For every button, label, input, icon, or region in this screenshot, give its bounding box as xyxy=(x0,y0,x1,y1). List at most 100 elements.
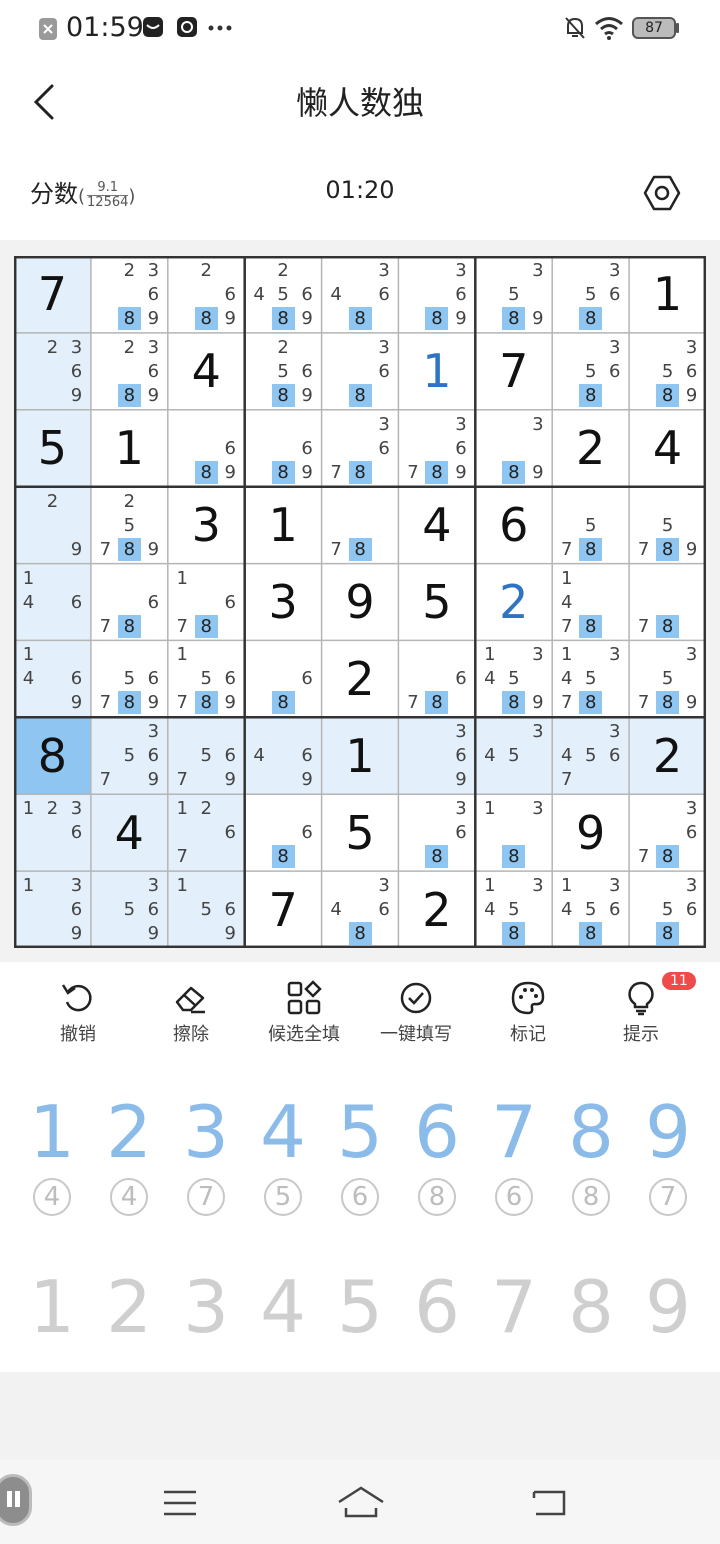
board-cell[interactable]: 1 3 4589 xyxy=(475,640,553,718)
home-icon[interactable] xyxy=(336,1484,386,1520)
number-button[interactable]: 97 xyxy=(636,1092,700,1216)
number-button[interactable]: 14 xyxy=(20,1092,84,1216)
board-cell[interactable]: 1678 xyxy=(167,563,245,641)
board-cell[interactable]: 29 xyxy=(14,486,91,564)
board-cell[interactable]: 689 xyxy=(167,409,245,487)
note-number-button[interactable]: 5 xyxy=(328,1267,392,1347)
board-cell[interactable]: 3569 xyxy=(90,871,168,948)
board-cell[interactable]: 5789 xyxy=(629,486,706,564)
mark-button[interactable]: 标记 xyxy=(473,980,583,1046)
board-cell[interactable]: 5 xyxy=(398,563,476,641)
board-cell[interactable]: 56 789 xyxy=(90,640,168,718)
board-cell[interactable]: 356 7 9 xyxy=(90,717,168,795)
board-cell[interactable]: 25689 xyxy=(244,332,322,410)
board-cell[interactable]: 4 69 xyxy=(244,717,322,795)
board-cell[interactable]: 156 789 xyxy=(167,640,245,718)
board-cell[interactable]: 4 xyxy=(398,486,476,564)
board-cell[interactable]: 56 7 9 xyxy=(167,717,245,795)
board-cell[interactable]: 78 xyxy=(321,486,399,564)
board-cell[interactable]: 3 45 xyxy=(475,717,553,795)
menu-icon[interactable] xyxy=(162,1488,198,1518)
note-number-button[interactable]: 4 xyxy=(251,1267,315,1347)
board-cell[interactable]: 3 xyxy=(244,563,322,641)
board-cell[interactable]: 36 789 xyxy=(398,409,476,487)
note-number-button[interactable]: 3 xyxy=(174,1267,238,1347)
board-cell[interactable]: 2 xyxy=(321,640,399,718)
board-cell[interactable]: 5 xyxy=(14,409,91,487)
board-cell[interactable]: 36 78 xyxy=(629,794,706,872)
board-cell[interactable]: 5 xyxy=(321,794,399,872)
board-cell[interactable]: 6 78 xyxy=(90,563,168,641)
board-cell[interactable]: 4 xyxy=(167,332,245,410)
board-cell[interactable]: 1 xyxy=(321,717,399,795)
board-cell[interactable]: 1 3 4568 xyxy=(552,871,630,948)
board-cell[interactable]: 14 6 xyxy=(14,563,91,641)
note-number-button[interactable]: 8 xyxy=(559,1267,623,1347)
board-cell[interactable]: 1569 xyxy=(167,871,245,948)
board-cell[interactable]: 7 xyxy=(475,332,553,410)
board-cell[interactable]: 368 xyxy=(321,332,399,410)
number-button[interactable]: 76 xyxy=(482,1092,546,1216)
board-cell[interactable]: 35689 xyxy=(629,332,706,410)
board-cell[interactable]: 23 689 xyxy=(90,256,168,333)
board-cell[interactable]: 7 xyxy=(244,871,322,948)
board-cell[interactable]: 3 4 68 xyxy=(321,256,399,333)
board-cell[interactable]: 1236 xyxy=(14,794,91,872)
board-cell[interactable]: 3568 xyxy=(552,332,630,410)
board-cell[interactable]: 3 4 68 xyxy=(321,871,399,948)
board-cell[interactable]: 9 xyxy=(321,563,399,641)
number-button[interactable]: 24 xyxy=(97,1092,161,1216)
board-cell[interactable]: 1 xyxy=(90,409,168,487)
number-button[interactable]: 37 xyxy=(174,1092,238,1216)
note-number-button[interactable]: 1 xyxy=(20,1267,84,1347)
board-cell[interactable]: 2 xyxy=(398,871,476,948)
board-cell[interactable]: 4 xyxy=(629,409,706,487)
floating-assistant-icon[interactable] xyxy=(0,1474,32,1526)
board-cell[interactable]: 1 xyxy=(629,256,706,333)
board-cell[interactable]: 6 xyxy=(475,486,553,564)
fill-candidates-button[interactable]: 候选全填 xyxy=(249,980,359,1046)
board-cell[interactable]: 68 xyxy=(244,640,322,718)
board-cell[interactable]: 3568 xyxy=(552,256,630,333)
board-cell[interactable]: 36 78 xyxy=(321,409,399,487)
board-cell[interactable]: 1 369 xyxy=(14,871,91,948)
board-cell[interactable]: 368 xyxy=(398,794,476,872)
board-cell[interactable]: 3589 xyxy=(475,256,553,333)
number-button[interactable]: 56 xyxy=(328,1092,392,1216)
board-cell[interactable]: 2 xyxy=(475,563,553,641)
board-cell[interactable]: 1 3 8 xyxy=(475,794,553,872)
board-cell[interactable]: 3 456 7 xyxy=(552,717,630,795)
board-cell[interactable]: 1 xyxy=(244,486,322,564)
board-cell[interactable]: 689 xyxy=(244,409,322,487)
one-key-fill-button[interactable]: 一键填写 xyxy=(361,980,471,1046)
board-cell[interactable]: 6 78 xyxy=(398,640,476,718)
board-cell[interactable]: 8 xyxy=(14,717,91,795)
note-number-button[interactable]: 7 xyxy=(482,1267,546,1347)
settings-hexagon-icon[interactable] xyxy=(643,174,681,212)
board-cell[interactable]: 2369 xyxy=(14,332,91,410)
back-nav-icon[interactable] xyxy=(530,1488,570,1520)
board-cell[interactable]: 9 xyxy=(552,794,630,872)
board-cell[interactable]: 4 xyxy=(90,794,168,872)
board-cell[interactable]: 126 7 xyxy=(167,794,245,872)
board-cell[interactable]: 14 69 xyxy=(14,640,91,718)
note-number-button[interactable]: 6 xyxy=(405,1267,469,1347)
board-cell[interactable]: 78 xyxy=(629,563,706,641)
board-cell[interactable]: 2 xyxy=(629,717,706,795)
board-cell[interactable]: 1 xyxy=(398,332,476,410)
board-cell[interactable]: 2689 xyxy=(167,256,245,333)
erase-button[interactable]: 擦除 xyxy=(136,980,246,1046)
number-button[interactable]: 68 xyxy=(405,1092,469,1216)
board-cell[interactable]: 578 xyxy=(552,486,630,564)
number-button[interactable]: 45 xyxy=(251,1092,315,1216)
board-cell[interactable]: 1 3 4578 xyxy=(552,640,630,718)
board-cell[interactable]: 369 xyxy=(398,717,476,795)
undo-button[interactable]: 撤销 xyxy=(23,980,133,1046)
board-cell[interactable]: 68 xyxy=(244,794,322,872)
board-cell[interactable]: 25789 xyxy=(90,486,168,564)
board-cell[interactable]: 3 89 xyxy=(475,409,553,487)
board-cell[interactable]: 1478 xyxy=(552,563,630,641)
board-cell[interactable]: 3568 xyxy=(629,871,706,948)
board-cell[interactable]: 7 xyxy=(14,256,91,333)
number-button[interactable]: 88 xyxy=(559,1092,623,1216)
